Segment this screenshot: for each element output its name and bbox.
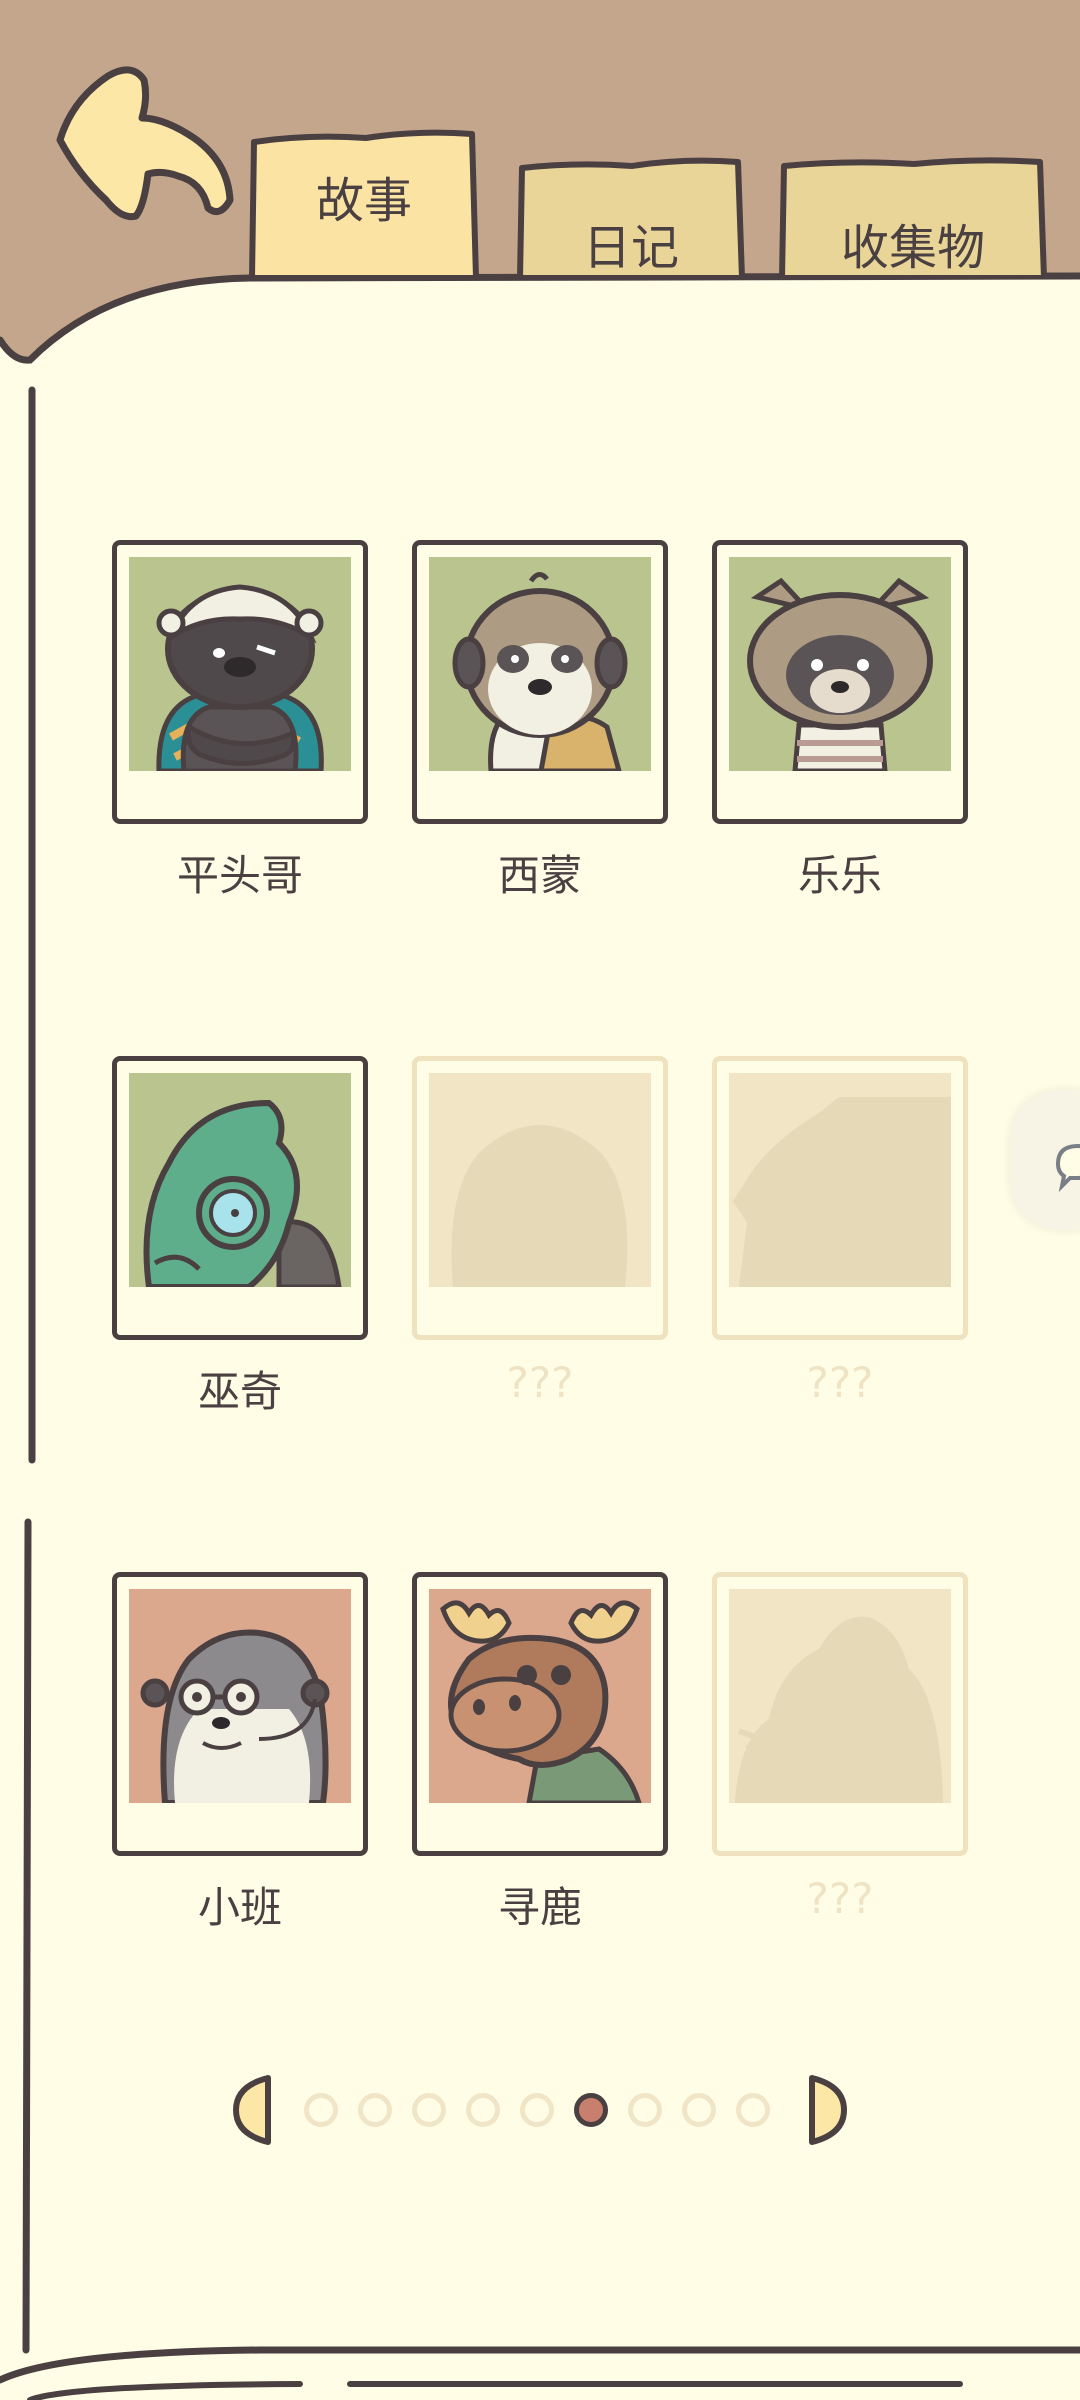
character-card-raccoon-dog[interactable]	[712, 540, 968, 824]
page-dot[interactable]	[736, 2093, 770, 2127]
character-name: ???	[806, 1874, 874, 1923]
otter-portrait-icon	[140, 1629, 330, 1803]
page-dot[interactable]	[466, 2093, 500, 2127]
locked-silhouette-icon	[733, 1097, 951, 1287]
character-name: ???	[806, 1358, 874, 1407]
character-name: 平头哥	[176, 851, 303, 900]
character-name: 小班	[197, 1883, 282, 1932]
page-dot[interactable]	[358, 2093, 392, 2127]
character-card-chameleon[interactable]	[112, 1056, 368, 1340]
tab-story-label: 故事	[315, 173, 412, 229]
tab-diary-label: 日记	[582, 220, 679, 276]
page-dot[interactable]	[574, 2093, 608, 2127]
raccoon-dog-portrait-icon	[747, 577, 933, 771]
tab-collection[interactable]: 收集物	[778, 156, 1048, 278]
character-name: ???	[506, 1358, 574, 1407]
character-card-moose[interactable]	[412, 1572, 668, 1856]
page-dot[interactable]	[628, 2093, 662, 2127]
back-arrow-icon	[56, 66, 234, 221]
chat-bubble-button[interactable]	[1010, 1090, 1080, 1230]
character-name: 乐乐	[797, 851, 882, 900]
moose-portrait-icon	[440, 1600, 642, 1803]
character-name: 寻鹿	[497, 1883, 582, 1932]
locked-silhouette-icon	[735, 1616, 943, 1803]
character-card-locked[interactable]	[712, 1572, 968, 1856]
meerkat-portrait-icon	[452, 572, 628, 771]
character-card-locked[interactable]	[412, 1056, 668, 1340]
character-card-locked[interactable]	[712, 1056, 968, 1340]
prev-page-button[interactable]	[230, 2074, 276, 2146]
honey-badger-portrait-icon	[156, 584, 324, 771]
tab-diary[interactable]: 日记	[516, 156, 746, 278]
tab-collection-label: 收集物	[840, 220, 985, 276]
locked-silhouette-icon	[451, 1125, 628, 1287]
character-card-otter[interactable]	[112, 1572, 368, 1856]
page-dot[interactable]	[520, 2093, 554, 2127]
page-dot[interactable]	[304, 2093, 338, 2127]
next-page-button[interactable]	[804, 2074, 850, 2146]
back-button[interactable]	[52, 58, 242, 228]
chameleon-portrait-icon	[143, 1099, 342, 1287]
left-half-moon-icon	[233, 2075, 271, 2145]
character-name: 巫奇	[197, 1367, 282, 1416]
character-name: 西蒙	[497, 851, 582, 900]
tab-story[interactable]: 故事	[248, 126, 480, 278]
right-half-moon-icon	[809, 2075, 847, 2145]
page-dot[interactable]	[682, 2093, 716, 2127]
character-card-honey-badger[interactable]	[112, 540, 368, 824]
chat-bubble-icon	[1055, 1143, 1080, 1193]
page-dot[interactable]	[412, 2093, 446, 2127]
character-card-meerkat[interactable]	[412, 540, 668, 824]
